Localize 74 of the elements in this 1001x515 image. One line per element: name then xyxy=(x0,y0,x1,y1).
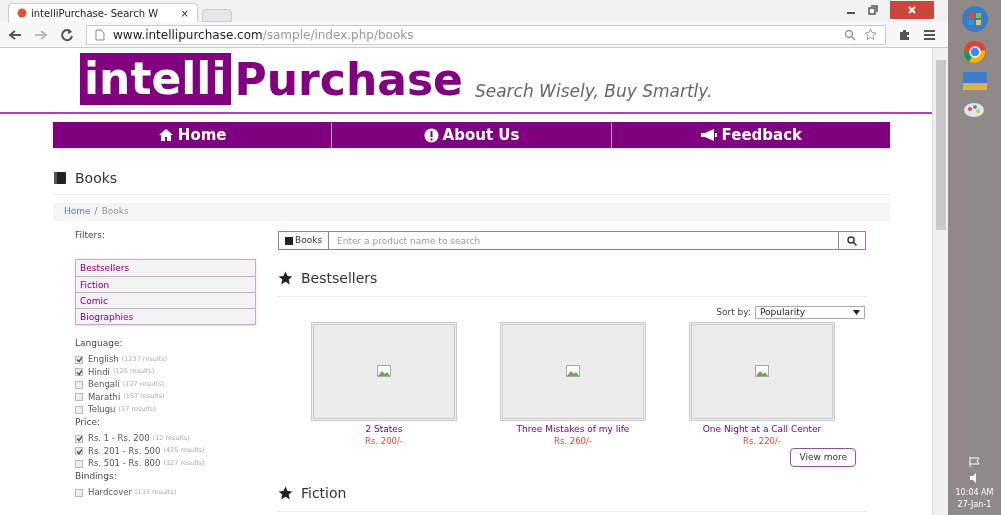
category-link[interactable]: Comic xyxy=(76,292,255,308)
home-icon xyxy=(157,128,174,142)
flag-icon[interactable] xyxy=(968,457,981,467)
category-button[interactable]: Books xyxy=(278,231,330,250)
tagline: Search Wisely, Buy Smartly. xyxy=(474,79,713,103)
category-link[interactable]: Bestsellers xyxy=(76,260,255,276)
url-text: www.intellipurchase.com/sample/index.php/books xyxy=(113,26,414,44)
reload-icon[interactable] xyxy=(60,27,74,42)
category-link[interactable]: Biographies xyxy=(76,308,255,324)
restore-icon[interactable] xyxy=(868,5,878,15)
start-button-icon[interactable] xyxy=(959,4,990,34)
product-price: Rs. 200/- xyxy=(365,436,403,446)
exclamation-circle-icon xyxy=(423,127,439,143)
tab-close-button[interactable]: × xyxy=(180,5,189,21)
product-title-link[interactable]: Three Mistakes of my life xyxy=(516,422,630,436)
browser-app-icon[interactable] xyxy=(962,40,987,64)
checkbox[interactable] xyxy=(75,355,83,364)
search-field[interactable]: Enter a product name to search xyxy=(329,231,838,250)
address-bar[interactable]: www.intellipurchase.com/sample/index.php/books xyxy=(86,24,886,45)
section-title: Bestsellers xyxy=(301,269,378,288)
breadcrumb-separator: / xyxy=(94,205,98,219)
breadcrumb-link[interactable]: Home xyxy=(64,205,91,219)
site-favicon-icon xyxy=(17,8,27,18)
filter-group-title: Language: xyxy=(75,337,124,350)
nav-link[interactable]: About Us xyxy=(331,122,611,148)
menu-icon[interactable] xyxy=(923,28,936,41)
category-link[interactable]: Fiction xyxy=(76,276,255,292)
filter-group-title: Price: xyxy=(75,416,101,429)
dropdown-arrow-icon xyxy=(853,310,860,316)
tab-title: intelliPurchase- Search W xyxy=(31,6,159,21)
view-more-button[interactable]: View more xyxy=(790,448,856,467)
megaphone-icon xyxy=(699,128,718,142)
broken-image-icon xyxy=(377,365,391,377)
search-icon xyxy=(847,235,857,246)
broken-image-icon xyxy=(566,365,580,377)
search-icon xyxy=(844,28,856,41)
product-price: Rs. 220/- xyxy=(743,436,781,446)
checkbox[interactable] xyxy=(75,380,83,389)
logo-text: Purchase xyxy=(233,54,464,106)
star-icon xyxy=(278,486,293,501)
browser-tab[interactable]: intelliPurchase- Search W × xyxy=(8,3,198,22)
product-title-link[interactable]: One Night at a Call Center xyxy=(702,422,822,436)
page-title: Books xyxy=(75,168,118,188)
filters-label: Filters: xyxy=(75,229,106,242)
sort-label: Sort by: xyxy=(716,306,751,319)
nav-link[interactable]: Home xyxy=(53,122,332,148)
checkbox[interactable] xyxy=(75,434,83,443)
product-title-link[interactable]: 2 States xyxy=(365,422,403,436)
star-icon xyxy=(278,271,293,286)
checkbox[interactable] xyxy=(75,368,83,377)
sort-dropdown[interactable]: Popularity xyxy=(755,306,865,320)
checkbox[interactable] xyxy=(75,459,83,468)
checkbox[interactable] xyxy=(75,447,83,456)
puzzle-icon[interactable] xyxy=(898,28,911,41)
product-price: Rs. 260/- xyxy=(554,436,592,446)
clock-time: 10:04 AM xyxy=(955,487,994,499)
search-button[interactable] xyxy=(838,231,866,250)
star-icon[interactable] xyxy=(864,28,877,41)
section-title: Fiction xyxy=(301,484,347,503)
back-icon[interactable] xyxy=(8,28,22,41)
broken-image-icon xyxy=(755,365,769,377)
checkbox[interactable] xyxy=(75,405,83,414)
breadcrumb-current: Books xyxy=(101,205,129,219)
forward-icon[interactable] xyxy=(34,28,48,41)
close-icon[interactable] xyxy=(890,1,934,19)
clock-date: 27-Jan-1 xyxy=(957,499,992,511)
nav-link[interactable]: Feedback xyxy=(610,122,890,148)
filter-group-title: Bindings: xyxy=(75,470,118,483)
page-icon xyxy=(95,28,105,41)
image-app-icon[interactable] xyxy=(962,72,987,90)
paint-palette-icon[interactable] xyxy=(962,100,987,118)
checkbox[interactable] xyxy=(75,393,83,402)
logo-text-box: intelli xyxy=(80,53,231,105)
checkbox[interactable] xyxy=(75,488,83,497)
